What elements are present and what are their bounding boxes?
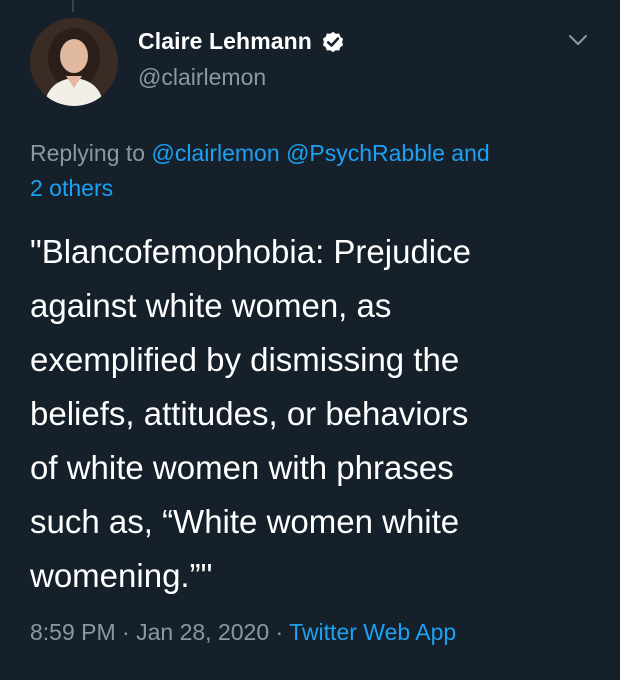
tweet-text-line: exemplified by dismissing the: [30, 341, 460, 378]
tweet-date[interactable]: Jan 28, 2020: [136, 619, 269, 645]
avatar-photo: [30, 18, 118, 106]
reply-prefix: Replying to: [30, 140, 146, 166]
author-handle[interactable]: @clairlemon: [138, 64, 266, 91]
author-display-name[interactable]: Claire Lehmann: [138, 28, 312, 55]
tweet-text-line: against white women, as: [30, 287, 392, 324]
author-name-row[interactable]: Claire Lehmann: [138, 28, 346, 55]
tweet-text-line: such as, “White women white: [30, 503, 460, 540]
reply-context: Replying to @clairlemon @PsychRabble and…: [30, 136, 590, 206]
reply-conjunction[interactable]: and: [451, 140, 489, 166]
chevron-down-icon[interactable]: [566, 28, 590, 52]
tweet-text-line: beliefs, attitudes, or behaviors: [30, 395, 469, 432]
reply-others-link[interactable]: 2 others: [30, 175, 113, 201]
reply-mention-psychrabble[interactable]: @PsychRabble: [286, 140, 445, 166]
tweet-text-line: "Blancofemophobia: Prejudice: [30, 233, 471, 270]
verified-badge-icon: [320, 29, 346, 55]
tweet-text: "Blancofemophobia: Prejudice against whi…: [30, 225, 600, 603]
meta-separator: ·: [275, 619, 284, 645]
tweet-metadata: 8:59 PM · Jan 28, 2020 · Twitter Web App: [30, 619, 456, 646]
meta-separator: ·: [122, 619, 130, 645]
tweet-text-line: womening.”": [30, 557, 213, 594]
avatar[interactable]: [30, 18, 118, 106]
tweet-text-line: of white women with phrases: [30, 449, 454, 486]
tweet-time[interactable]: 8:59 PM: [30, 619, 116, 645]
thread-connector-line: [72, 0, 74, 12]
tweet-source-link[interactable]: Twitter Web App: [289, 619, 456, 645]
reply-mention-clairlemon[interactable]: @clairlemon: [151, 140, 279, 166]
